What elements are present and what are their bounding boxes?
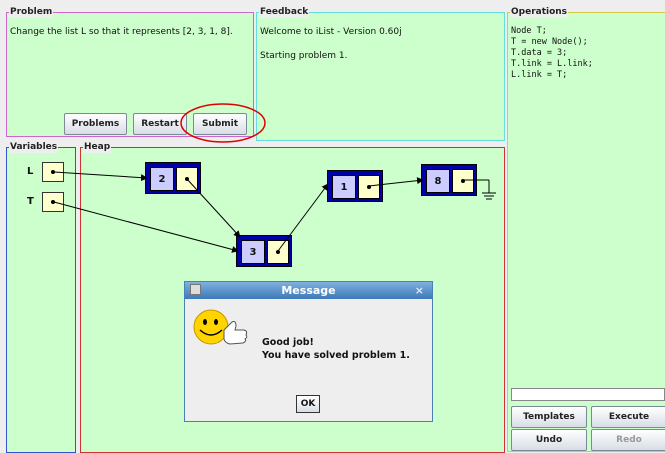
heap-node-1[interactable]: 1 — [327, 170, 383, 202]
heap-node-2[interactable]: 2 — [145, 162, 201, 194]
execute-button[interactable]: Execute — [591, 406, 665, 428]
variable-L-box[interactable] — [42, 162, 64, 182]
feedback-panel: Feedback Welcome to iList - Version 0.60… — [256, 7, 505, 141]
node-data: 3 — [241, 240, 265, 264]
redo-button: Redo — [591, 429, 665, 451]
node-link — [267, 240, 289, 264]
dialog-title-bar[interactable]: Message — [185, 282, 432, 299]
variable-label-L: L — [27, 166, 34, 177]
problem-text: Change the list L so that it represents … — [10, 27, 233, 37]
operations-panel: Operations Node T; T = new Node(); T.dat… — [507, 7, 665, 452]
variables-legend: Variables — [9, 142, 59, 153]
node-data: 8 — [426, 169, 450, 193]
problems-button[interactable]: Problems — [64, 113, 127, 135]
heap-node-8[interactable]: 8 — [421, 164, 477, 196]
java-app-icon — [190, 284, 201, 295]
node-link — [358, 175, 380, 199]
submit-button[interactable]: Submit — [193, 113, 247, 135]
problem-panel: Problem Change the list L so that it rep… — [6, 7, 254, 137]
node-link — [452, 169, 474, 193]
pointer-dot — [51, 170, 55, 174]
heap-node-3[interactable]: 3 — [236, 235, 292, 267]
variable-T-box[interactable] — [42, 192, 64, 212]
problem-legend: Problem — [9, 7, 54, 18]
restart-button[interactable]: Restart — [133, 113, 187, 135]
dialog-message-line2: You have solved problem 1. — [262, 350, 410, 361]
smiley-thumbs-up-icon — [193, 309, 248, 345]
templates-button[interactable]: Templates — [511, 406, 587, 428]
dialog-title: Message — [281, 284, 336, 297]
ok-button[interactable]: OK — [296, 395, 320, 413]
heap-legend: Heap — [83, 142, 112, 153]
node-data: 2 — [150, 167, 174, 191]
close-icon[interactable]: × — [415, 284, 424, 297]
variables-panel: Variables — [6, 142, 76, 453]
node-link — [176, 167, 198, 191]
operations-code: Node T; T = new Node(); T.data = 3; T.li… — [511, 26, 593, 80]
undo-button[interactable]: Undo — [511, 429, 587, 451]
dialog-message-line1: Good job! — [262, 337, 314, 348]
feedback-legend: Feedback — [259, 7, 310, 18]
operation-input[interactable] — [511, 388, 665, 401]
message-dialog: Message × Good job! You have solved prob… — [184, 281, 433, 422]
dialog-message: Good job! You have solved problem 1. — [262, 336, 410, 362]
pointer-dot — [51, 200, 55, 204]
node-data: 1 — [332, 175, 356, 199]
variable-label-T: T — [27, 196, 34, 207]
operations-legend: Operations — [510, 7, 569, 18]
feedback-text: Welcome to iList - Version 0.60j Startin… — [260, 27, 402, 61]
